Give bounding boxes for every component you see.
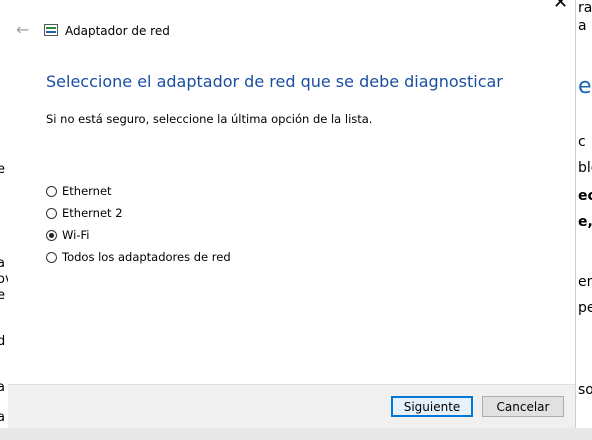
radio-button-selected[interactable] [46,229,57,241]
bg-text-fragment: ble [578,160,592,176]
bg-text-fragment: ect [578,188,592,204]
bg-text-fragment: c [578,134,586,150]
bg-text-fragment: ra [578,0,592,16]
bg-text-fragment: a [0,410,5,425]
network-adapter-dialog: ← Adaptador de red Seleccione el adaptad… [8,0,576,428]
option-label: Ethernet [62,184,112,198]
bg-text-fragment: pe [578,300,592,316]
background-window-bottom [0,428,592,440]
bg-text-fragment: sos [578,382,592,398]
option-ethernet[interactable]: Ethernet [46,180,231,202]
dialog-title: Adaptador de red [65,24,170,38]
bg-heading-fragment: e [578,74,592,99]
bg-text-fragment: a [0,380,5,395]
network-adapter-icon [44,24,58,36]
option-label: Todos los adaptadores de red [62,250,231,264]
adapter-options: Ethernet Ethernet 2 Wi-Fi Todos los adap… [46,180,231,268]
option-all-adapters[interactable]: Todos los adaptadores de red [46,246,231,268]
option-ethernet-2[interactable]: Ethernet 2 [46,202,231,224]
back-arrow-icon[interactable]: ← [16,22,32,38]
bg-text-fragment: e [0,162,5,177]
bg-text-fragment: e [0,288,5,303]
close-icon[interactable]: ✕ [553,0,568,13]
option-label: Wi-Fi [62,228,90,242]
cancel-button[interactable]: Cancelar [482,396,564,417]
option-label: Ethernet 2 [62,206,123,220]
dialog-footer: Siguiente Cancelar [8,384,575,428]
page-heading: Seleccione el adaptador de red que se de… [46,72,503,91]
dialog-title-bar: ← Adaptador de red [8,18,575,46]
bg-text-fragment: a [578,18,587,34]
instruction-text: Si no está seguro, seleccione la última … [46,112,373,126]
next-button[interactable]: Siguiente [391,396,473,417]
bg-text-fragment: em [578,274,592,290]
radio-button[interactable] [46,207,57,219]
background-window-left: e a ov e d a a [0,0,8,440]
radio-button[interactable] [46,185,57,197]
bg-text-fragment: e, [578,214,592,230]
bg-text-fragment: d [0,334,6,349]
bg-text-fragment: ov [0,272,8,287]
radio-button[interactable] [46,251,57,263]
bg-text-fragment: a [0,256,5,271]
option-wifi[interactable]: Wi-Fi [46,224,231,246]
